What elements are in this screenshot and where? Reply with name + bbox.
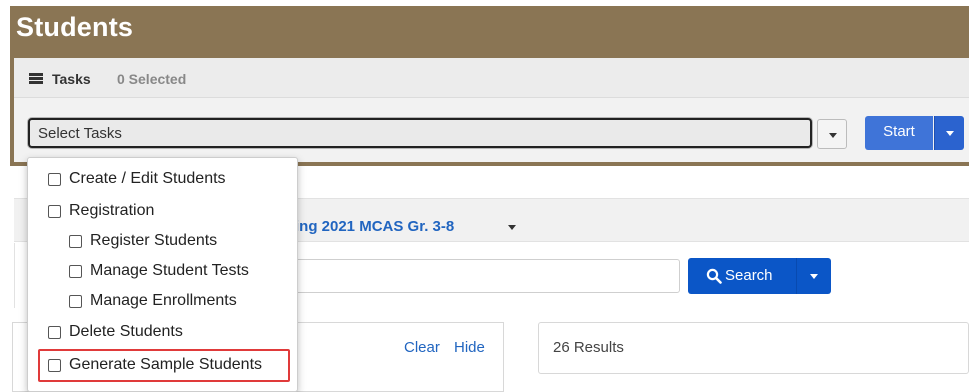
task-option-label: Delete Students [69, 323, 183, 340]
search-options-button[interactable] [796, 258, 831, 294]
results-count: 26 Results [553, 339, 624, 356]
search-button-label: Search [725, 267, 773, 284]
checkbox[interactable] [69, 295, 82, 308]
start-button[interactable]: Start [865, 116, 933, 150]
hide-filters-link[interactable]: Hide [454, 339, 485, 356]
select-tasks-text: Select Tasks [38, 125, 122, 142]
start-options-button[interactable] [934, 116, 964, 150]
chevron-down-icon [829, 133, 837, 138]
tasks-label: Tasks [52, 71, 91, 87]
search-icon [706, 268, 722, 284]
select-tasks-dropdown[interactable]: Select Tasks [28, 118, 812, 148]
chevron-down-icon [810, 274, 818, 279]
task-option-label: Register Students [90, 232, 218, 249]
task-option-label: Registration [69, 202, 155, 219]
select-tasks-toggle[interactable] [817, 119, 847, 149]
highlight-box [38, 349, 290, 382]
tasks-list-icon [29, 73, 43, 84]
checkbox[interactable] [69, 265, 82, 278]
chevron-down-icon [946, 131, 954, 136]
chevron-down-icon[interactable] [508, 225, 516, 230]
tasks-bar: Tasks 0 Selected [14, 58, 969, 98]
test-administration-selector[interactable]: pring 2021 MCAS Gr. 3-8 [280, 218, 454, 235]
checkbox[interactable] [48, 173, 61, 186]
search-button[interactable]: Search [688, 258, 796, 294]
clear-filters-link[interactable]: Clear [404, 339, 440, 356]
checkbox[interactable] [48, 205, 61, 218]
page-title: Students [16, 12, 134, 42]
search-input[interactable] [270, 259, 680, 293]
task-option-label: Manage Student Tests [90, 262, 249, 279]
checkbox[interactable] [48, 326, 61, 339]
task-option-label: Manage Enrollments [90, 292, 237, 309]
tasks-selected-count: 0 Selected [117, 71, 187, 87]
checkbox[interactable] [69, 235, 82, 248]
task-option-label: Create / Edit Students [69, 170, 226, 187]
